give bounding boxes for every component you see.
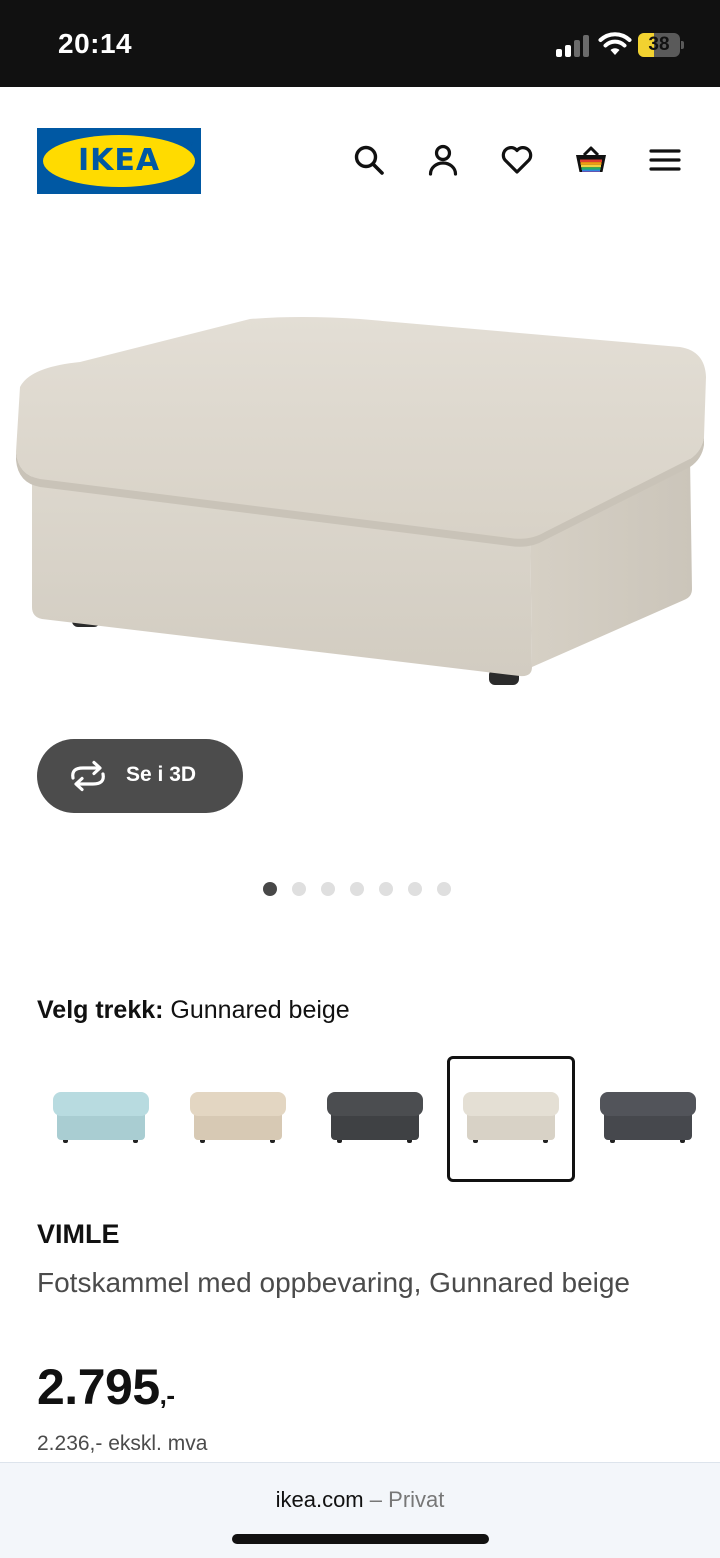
pagination-dot[interactable]	[408, 882, 422, 896]
pagination-dot[interactable]	[379, 882, 393, 896]
swatch-ottoman-image	[463, 1092, 559, 1146]
url-domain: ikea.com	[275, 1487, 364, 1512]
ikea-logo[interactable]: IKEA ®	[37, 128, 201, 194]
menu-icon[interactable]	[645, 140, 685, 180]
status-bar: 20:14 38	[0, 0, 720, 87]
pagination-dot[interactable]	[350, 882, 364, 896]
fabric-swatch[interactable]	[174, 1056, 302, 1182]
fabric-swatch[interactable]	[584, 1056, 712, 1182]
wifi-icon	[598, 32, 632, 55]
price-excl-vat: 2.236,- ekskl. mva	[37, 1432, 208, 1455]
cellular-signal-icon	[556, 35, 590, 57]
pagination-dot[interactable]	[437, 882, 451, 896]
swatch-ottoman-image	[600, 1092, 696, 1146]
shopping-bag-icon[interactable]	[571, 140, 611, 180]
url-separator: –	[369, 1487, 383, 1512]
home-indicator[interactable]	[232, 1534, 489, 1544]
account-icon[interactable]	[423, 140, 463, 180]
fabric-swatch[interactable]	[311, 1056, 439, 1182]
fabric-label-prefix: Velg trekk:	[37, 996, 164, 1024]
logo-text: IKEA	[77, 143, 161, 178]
swatch-ottoman-image	[53, 1092, 149, 1146]
battery-icon: 38	[638, 33, 684, 57]
fabric-swatch[interactable]	[37, 1056, 165, 1182]
image-pagination	[263, 882, 451, 898]
pagination-dot[interactable]	[321, 882, 335, 896]
search-icon[interactable]	[349, 140, 389, 180]
price-suffix: ,-	[159, 1380, 175, 1410]
product-description: Fotskammel med oppbevaring, Gunnared bei…	[37, 1267, 631, 1298]
product-name: VIMLE	[37, 1219, 120, 1249]
site-header: IKEA ®	[0, 87, 720, 227]
product-price: 2.795,-	[37, 1358, 175, 1416]
browser-address-bar[interactable]: ikea.com – Privat	[0, 1462, 720, 1558]
fabric-selection-label: Velg trekk: Gunnared beige	[37, 996, 350, 1025]
battery-level: 38	[648, 34, 670, 55]
swatch-ottoman-image	[190, 1092, 286, 1146]
favorites-heart-icon[interactable]	[497, 140, 537, 180]
price-value: 2.795	[37, 1359, 160, 1415]
pagination-dot[interactable]	[263, 882, 277, 896]
fabric-swatch[interactable]	[447, 1056, 575, 1182]
see-in-3d-button[interactable]: Se i 3D	[37, 739, 243, 813]
status-time: 20:14	[58, 28, 133, 59]
rotate-3d-icon	[71, 760, 105, 792]
url-display[interactable]: ikea.com – Privat	[0, 1487, 720, 1513]
pagination-dot[interactable]	[292, 882, 306, 896]
swatch-ottoman-image	[327, 1092, 423, 1146]
private-mode-label: Privat	[388, 1487, 445, 1512]
see-in-3d-label: Se i 3D	[126, 763, 197, 786]
fabric-selected-name: Gunnared beige	[170, 996, 350, 1024]
